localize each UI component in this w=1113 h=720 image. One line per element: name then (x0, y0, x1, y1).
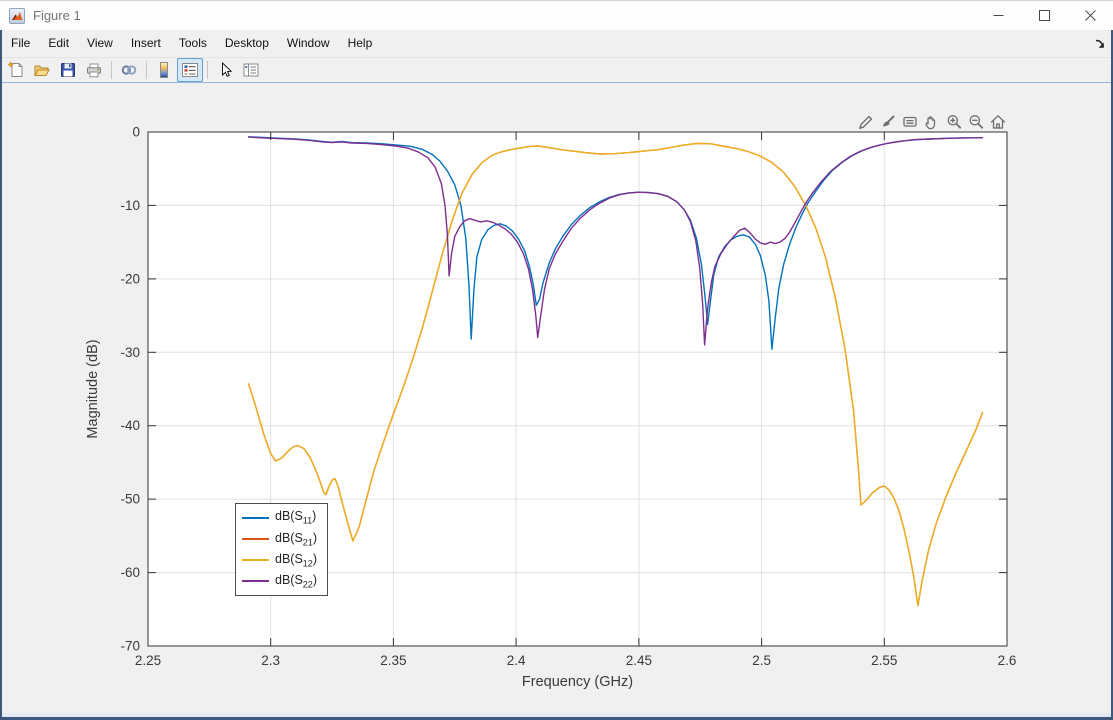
window-controls (975, 1, 1113, 30)
legend-line-s21 (242, 538, 269, 540)
cursor-icon (216, 61, 234, 79)
svg-text:2.3: 2.3 (261, 653, 280, 668)
legend-line-s22 (242, 580, 269, 582)
svg-text:2.4: 2.4 (507, 653, 526, 668)
svg-text:2.6: 2.6 (998, 653, 1017, 668)
figure-toolbar (0, 57, 1113, 83)
menu-window[interactable]: Window (278, 30, 339, 57)
legend-label-s21: dB(S21) (275, 531, 317, 548)
zoom-out-button[interactable] (966, 112, 985, 131)
window-title: Figure 1 (33, 8, 81, 23)
svg-text:2.25: 2.25 (135, 653, 161, 668)
restore-view-button[interactable] (988, 112, 1007, 131)
export-button[interactable] (856, 112, 875, 131)
legend-label-s12: dB(S12) (275, 552, 317, 569)
menu-view[interactable]: View (78, 30, 122, 57)
link-plot-icon (120, 61, 138, 79)
home-icon (989, 113, 1007, 131)
zoom-in-button[interactable] (944, 112, 963, 131)
legend[interactable]: dB(S11) dB(S21) dB(S12) dB(S22) (235, 503, 328, 596)
toolbar-separator (207, 61, 208, 79)
svg-text:-60: -60 (120, 565, 140, 580)
colorbar-icon (155, 61, 173, 79)
close-icon (1085, 10, 1096, 21)
dock-figure-icon[interactable] (1094, 38, 1106, 50)
legend-entry-s22: dB(S22) (236, 571, 327, 592)
toolbar-separator (146, 61, 147, 79)
menubar: File Edit View Insert Tools Desktop Wind… (0, 30, 1113, 57)
save-icon (59, 61, 77, 79)
window-border (0, 30, 2, 720)
zoom-out-icon (967, 113, 985, 131)
new-figure-button[interactable] (3, 58, 29, 82)
legend-entry-s12: dB(S12) (236, 550, 327, 571)
legend-icon (181, 61, 199, 79)
toolbar-separator (111, 61, 112, 79)
save-figure-button[interactable] (55, 58, 81, 82)
plot-browser-icon (242, 61, 260, 79)
menu-file[interactable]: File (2, 30, 39, 57)
svg-text:-70: -70 (120, 639, 140, 654)
legend-entry-s11: dB(S11) (236, 507, 327, 528)
export-icon (857, 113, 875, 131)
maximize-button[interactable] (1021, 1, 1067, 30)
svg-text:2.5: 2.5 (752, 653, 771, 668)
insert-legend-button[interactable] (177, 58, 203, 82)
menu-tools[interactable]: Tools (170, 30, 216, 57)
link-plot-button[interactable] (116, 58, 142, 82)
insert-colorbar-button[interactable] (151, 58, 177, 82)
minimize-icon (993, 10, 1004, 21)
legend-label-s11: dB(S11) (275, 509, 316, 526)
datatips-icon (901, 113, 919, 131)
axes-plot[interactable]: 2.25 2.3 2.35 2.4 2.45 2.5 2.55 2.6 0 -10 -20 -30 -4… (0, 83, 1113, 717)
legend-entry-s21: dB(S21) (236, 528, 327, 549)
brush-button[interactable] (878, 112, 897, 131)
svg-text:2.35: 2.35 (380, 653, 406, 668)
zoom-in-icon (945, 113, 963, 131)
svg-text:2.45: 2.45 (626, 653, 652, 668)
datatips-button[interactable] (900, 112, 919, 131)
svg-text:-30: -30 (120, 345, 140, 360)
figure-canvas: 2.25 2.3 2.35 2.4 2.45 2.5 2.55 2.6 0 -10 -20 -30 -4… (0, 83, 1113, 717)
legend-line-s11 (242, 517, 269, 519)
figure-window: Figure 1 File Edit View Insert Tools Des… (0, 0, 1113, 720)
legend-label-s22: dB(S22) (275, 573, 317, 590)
svg-text:-40: -40 (120, 418, 140, 433)
menu-help[interactable]: Help (339, 30, 382, 57)
edit-plot-button[interactable] (212, 58, 238, 82)
svg-text:0: 0 (132, 125, 140, 140)
open-folder-icon (33, 61, 51, 79)
plot-browser-button[interactable] (238, 58, 264, 82)
legend-line-s12 (242, 559, 269, 561)
svg-text:-50: -50 (120, 492, 140, 507)
new-figure-icon (7, 61, 25, 79)
titlebar: Figure 1 (0, 0, 1113, 30)
pan-button[interactable] (922, 112, 941, 131)
open-file-button[interactable] (29, 58, 55, 82)
svg-text:Magnitude (dB): Magnitude (dB) (85, 339, 101, 438)
brush-icon (879, 113, 897, 131)
svg-text:-10: -10 (120, 198, 140, 213)
matlab-app-icon (9, 8, 25, 24)
close-button[interactable] (1067, 1, 1113, 30)
pan-icon (923, 113, 941, 131)
print-icon (85, 61, 103, 79)
menu-insert[interactable]: Insert (122, 30, 170, 57)
menu-desktop[interactable]: Desktop (216, 30, 278, 57)
svg-text:-20: -20 (120, 271, 140, 286)
svg-text:2.55: 2.55 (871, 653, 897, 668)
svg-text:Frequency (GHz): Frequency (GHz) (522, 674, 633, 690)
axes-toolbar (856, 112, 1007, 131)
minimize-button[interactable] (975, 1, 1021, 30)
menu-edit[interactable]: Edit (39, 30, 78, 57)
print-figure-button[interactable] (81, 58, 107, 82)
maximize-icon (1039, 10, 1050, 21)
